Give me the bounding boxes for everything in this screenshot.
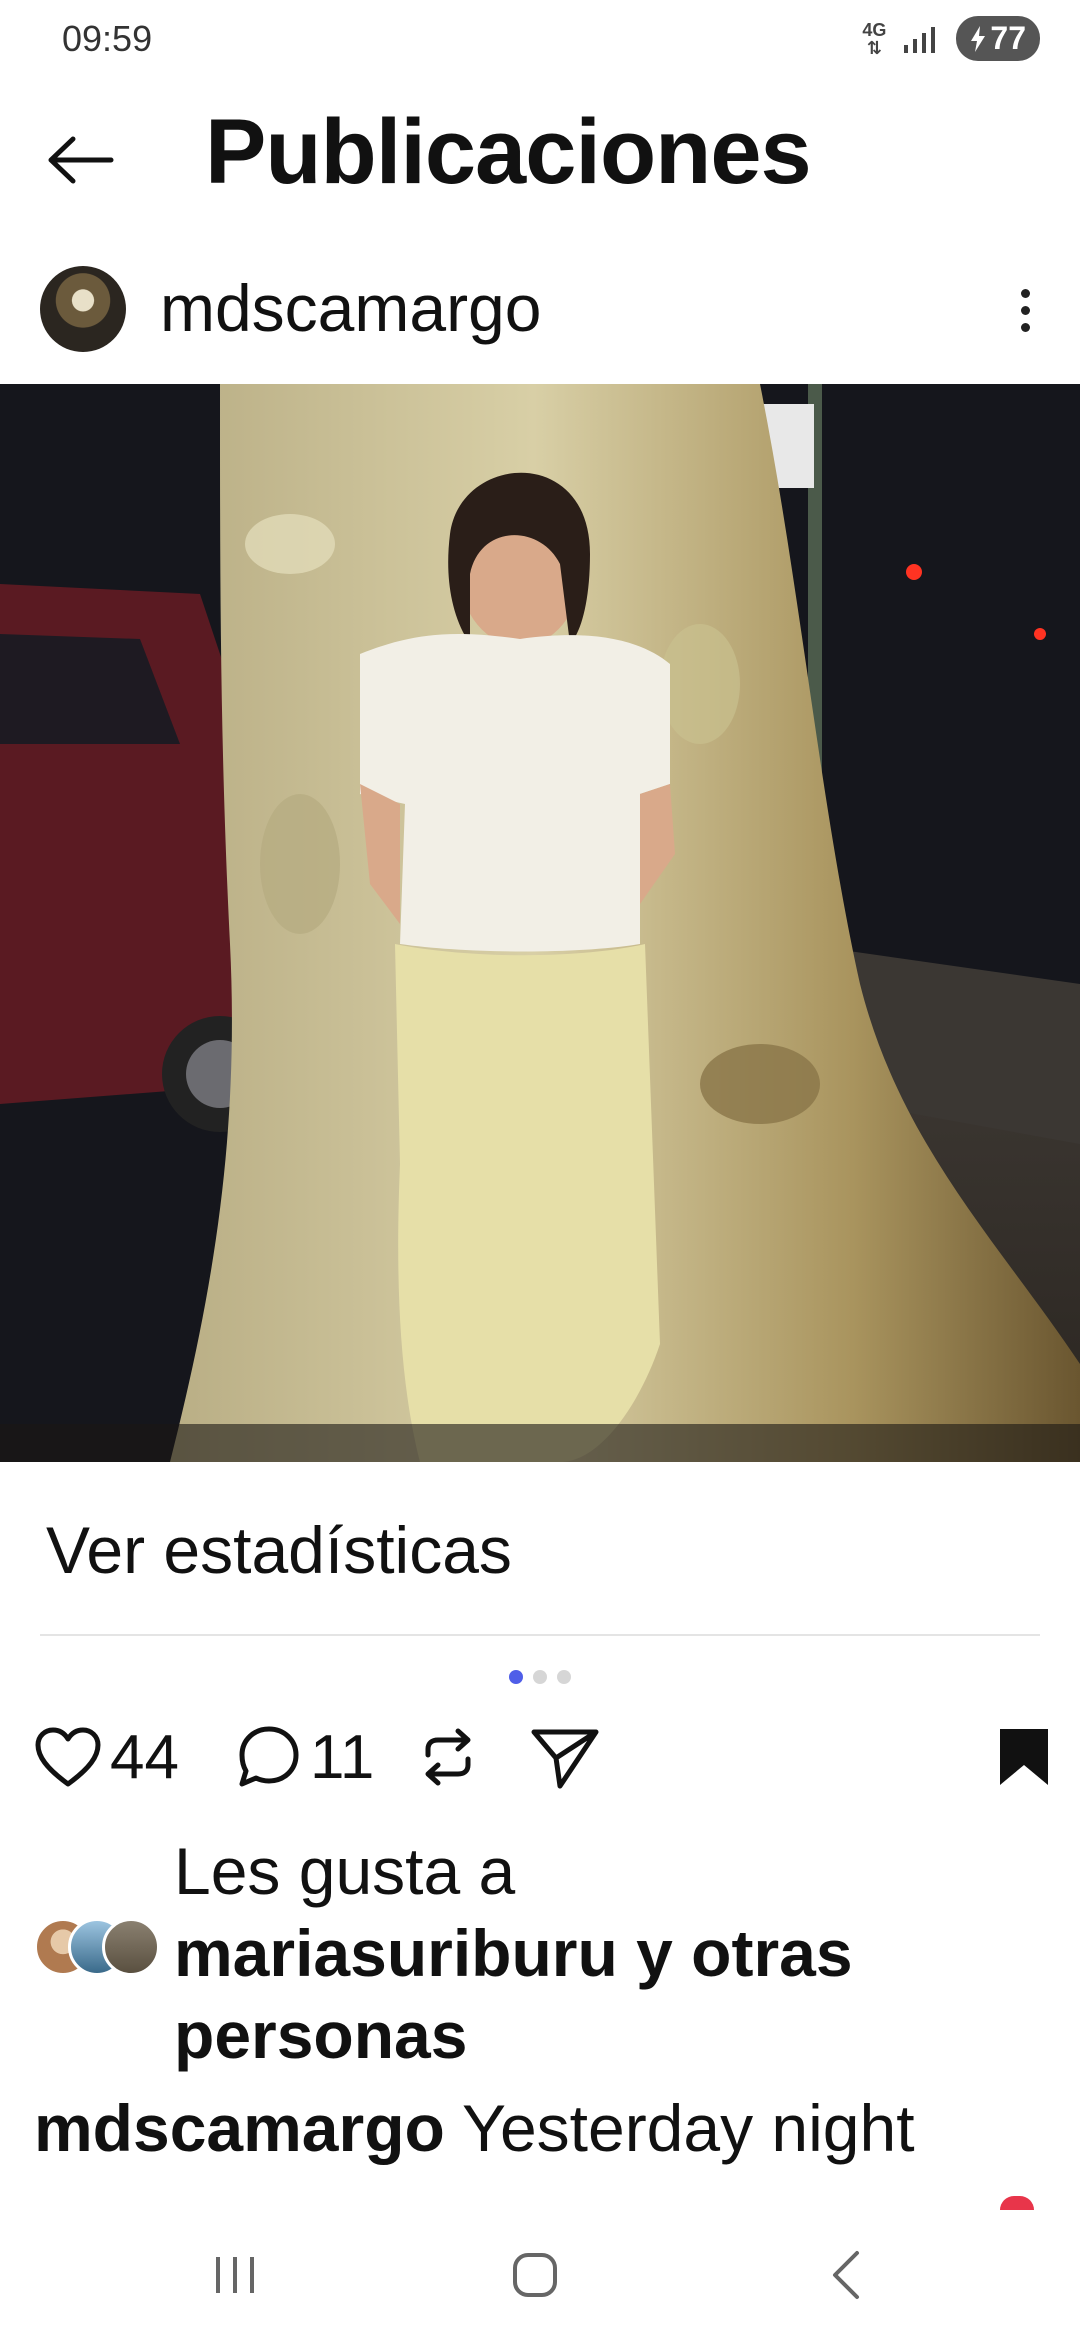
heart-icon bbox=[1000, 2196, 1034, 2210]
post-photo[interactable] bbox=[0, 384, 1080, 1462]
caption-text: Yesterday night bbox=[461, 2091, 915, 2165]
more-dot bbox=[1020, 305, 1030, 315]
post-caption: mdscamargo Yesterday night bbox=[34, 2090, 915, 2166]
author-avatar[interactable] bbox=[40, 266, 126, 352]
home-icon bbox=[513, 2253, 557, 2297]
battery-indicator: 77 bbox=[956, 16, 1040, 61]
liked-by-text[interactable]: Les gusta a mariasuriburu y otras person… bbox=[174, 1830, 1054, 2076]
recent-apps-icon bbox=[216, 2257, 254, 2293]
nav-back-button[interactable] bbox=[810, 2240, 880, 2310]
carousel-dot bbox=[533, 1670, 547, 1684]
carousel-dot bbox=[557, 1670, 571, 1684]
system-nav-bar bbox=[0, 2210, 1080, 2340]
view-stats-link[interactable]: Ver estadísticas bbox=[46, 1512, 512, 1588]
liked-by-user[interactable]: mariasuriburu bbox=[174, 1916, 618, 1990]
signal-icon bbox=[904, 26, 936, 53]
liked-by-avatars[interactable] bbox=[34, 1918, 164, 1976]
share-button[interactable] bbox=[530, 1718, 600, 1796]
carousel-indicator bbox=[0, 1670, 1080, 1684]
comment-icon bbox=[239, 1726, 299, 1787]
comments-count: 11 bbox=[310, 1722, 375, 1792]
photo-illustration bbox=[0, 384, 1080, 1462]
more-options-button[interactable] bbox=[1000, 275, 1050, 345]
send-icon bbox=[531, 1729, 599, 1789]
page-title: Publicaciones bbox=[205, 101, 812, 203]
heart-icon bbox=[35, 1727, 101, 1787]
status-time: 09:59 bbox=[62, 18, 153, 59]
author-username[interactable]: mdscamargo bbox=[160, 270, 541, 346]
comment-button[interactable]: 11 bbox=[236, 1718, 374, 1796]
repost-button[interactable] bbox=[416, 1718, 480, 1796]
bookmark-filled-icon bbox=[1000, 1729, 1048, 1785]
recent-apps-button[interactable] bbox=[200, 2240, 270, 2310]
more-dot bbox=[1020, 288, 1030, 298]
chevron-left-icon bbox=[833, 2251, 859, 2299]
like-button[interactable]: 44 bbox=[34, 1718, 179, 1796]
liked-by-prefix: Les gusta a bbox=[174, 1834, 516, 1908]
liker-avatar bbox=[102, 1918, 160, 1976]
network-indicator: 4G ⇅ bbox=[862, 19, 887, 58]
carousel-dot bbox=[509, 1670, 523, 1684]
charging-icon bbox=[971, 25, 986, 52]
action-bar: 44 11 bbox=[30, 1718, 1050, 1796]
more-dot bbox=[1020, 322, 1030, 332]
network-type: 4G bbox=[862, 19, 887, 40]
divider bbox=[40, 1634, 1040, 1636]
status-icons: 4G ⇅ 77 bbox=[862, 16, 1040, 61]
likes-count: 44 bbox=[110, 1722, 179, 1792]
home-button[interactable] bbox=[500, 2240, 570, 2310]
caption-username[interactable]: mdscamargo bbox=[34, 2091, 445, 2165]
repost-icon bbox=[425, 1728, 471, 1786]
back-button[interactable] bbox=[40, 120, 120, 200]
battery-level: 77 bbox=[990, 20, 1026, 56]
save-button[interactable] bbox=[998, 1718, 1050, 1796]
arrow-left-icon bbox=[48, 136, 114, 184]
